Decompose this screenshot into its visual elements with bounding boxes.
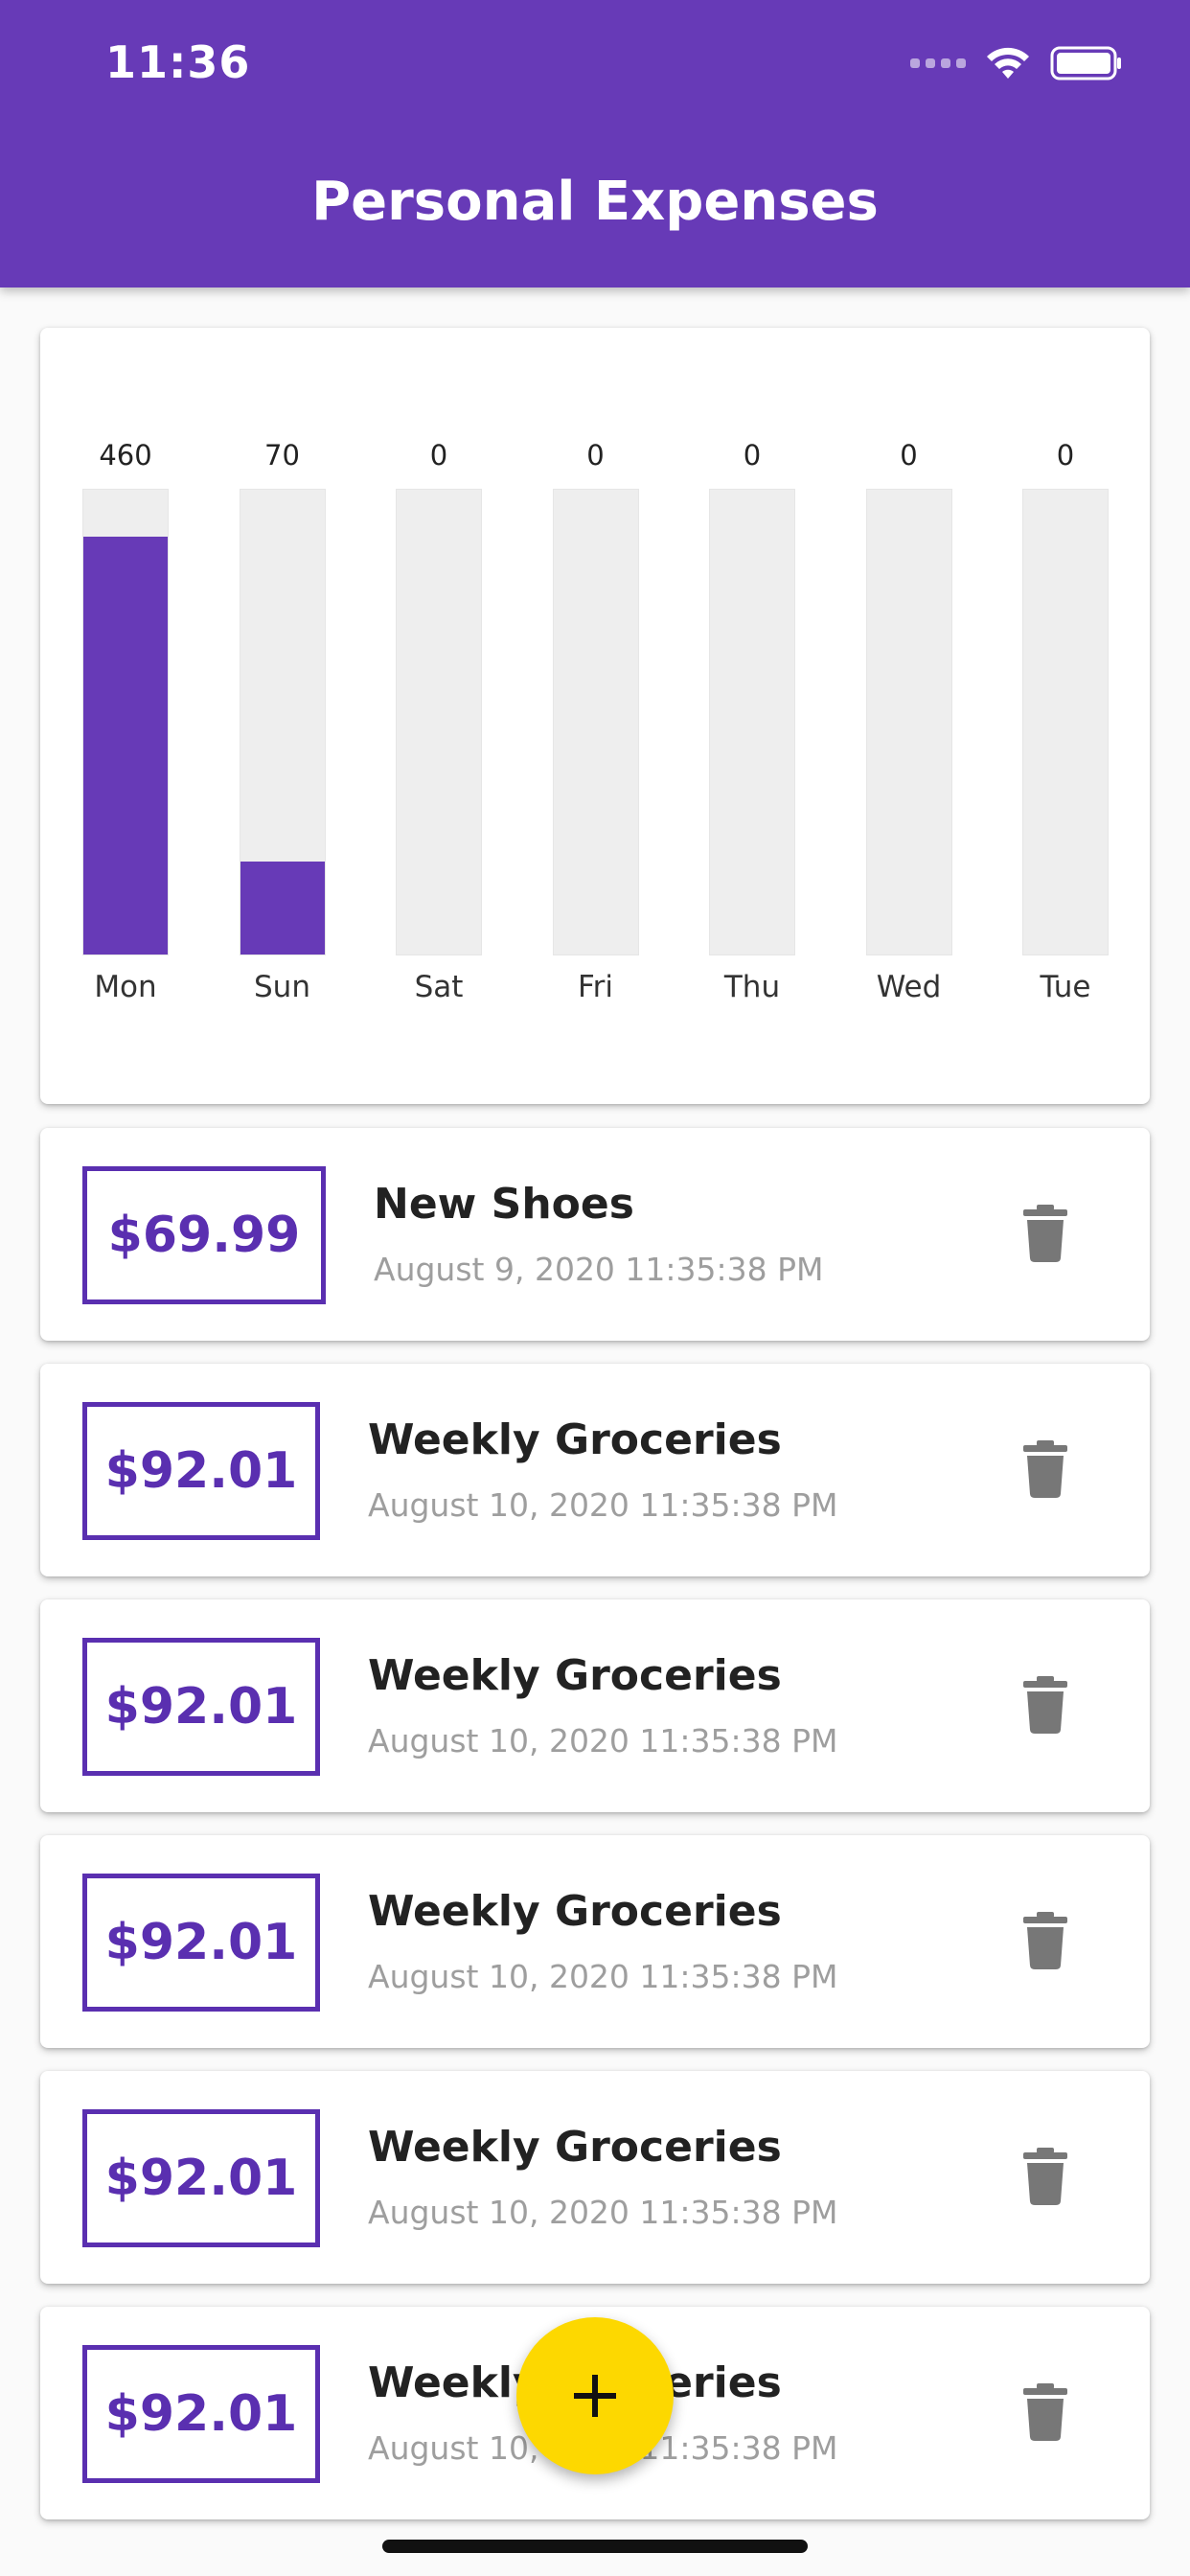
bar-day-label: Tue: [1040, 970, 1091, 1004]
chart-bar-sat: 0 Sat: [396, 328, 482, 1104]
bar-day-label: Sat: [414, 970, 464, 1004]
bar-value-label: 460: [99, 439, 152, 472]
bar-day-label: Wed: [876, 970, 942, 1004]
transaction-date: August 10, 2020 11:35:38 PM: [368, 1958, 838, 1995]
amount-badge: $92.01: [82, 1638, 320, 1776]
trash-icon: [1023, 1205, 1067, 1262]
chart-bar-tue: 0 Tue: [1022, 328, 1109, 1104]
chart-bar-mon: 460 Mon: [82, 328, 169, 1104]
delete-button[interactable]: [1023, 2148, 1067, 2205]
bar-track: [865, 489, 952, 955]
bar-value-label: 0: [743, 439, 762, 472]
bar-track: [1022, 489, 1109, 955]
chart-bar-sun: 70 Sun: [239, 328, 326, 1104]
bar-track: [552, 489, 639, 955]
amount-text: $92.01: [104, 1442, 298, 1500]
amount-text: $92.01: [104, 1678, 298, 1736]
transaction-item[interactable]: $92.01 Weekly Groceries August 10, 2020 11…: [40, 1364, 1150, 1576]
chart-bar-thu: 0 Thu: [709, 328, 795, 1104]
bar-day-label: Sun: [254, 970, 310, 1004]
bar-day-label: Mon: [94, 970, 157, 1004]
amount-badge: $69.99: [82, 1166, 326, 1304]
bar-track: [709, 489, 795, 955]
transaction-date: August 10, 2020 11:35:38 PM: [368, 2194, 838, 2231]
amount-badge: $92.01: [82, 1402, 320, 1540]
delete-button[interactable]: [1023, 1676, 1067, 1734]
signal-icon: [910, 58, 966, 68]
status-icons: [910, 44, 1123, 82]
bar-fill: [240, 862, 325, 954]
amount-text: $69.99: [107, 1207, 301, 1264]
bar-day-label: Thu: [723, 970, 781, 1004]
chart-bar-fri: 0 Fri: [552, 328, 639, 1104]
bar-track: [396, 489, 482, 955]
wifi-icon: [987, 47, 1029, 79]
amount-text: $92.01: [104, 2150, 298, 2207]
trash-icon: [1023, 2383, 1067, 2441]
weekly-chart-card: 460 Mon 70 Sun 0 Sat 0 Fri 0 Thu 0 Wed 0 Tue: [40, 328, 1150, 1104]
trash-icon: [1023, 1440, 1067, 1498]
delete-button[interactable]: [1023, 1440, 1067, 1498]
trash-icon: [1023, 1676, 1067, 1734]
bar-value-label: 0: [586, 439, 605, 472]
delete-button[interactable]: [1023, 1205, 1067, 1262]
transaction-item[interactable]: $69.99 New Shoes August 9, 2020 11:35:38 P…: [40, 1128, 1150, 1341]
battery-icon: [1050, 46, 1121, 80]
transaction-item[interactable]: $92.01 Weekly Groceries August 10, 2020 11…: [40, 1835, 1150, 2048]
amount-text: $92.01: [104, 1914, 298, 1971]
bar-day-label: Fri: [578, 970, 613, 1004]
page-title: Personal Expenses: [311, 171, 879, 233]
amount-text: $92.01: [104, 2385, 298, 2443]
bar-value-label: 0: [900, 439, 918, 472]
amount-badge: $92.01: [82, 2345, 320, 2483]
bar-value-label: 70: [264, 439, 300, 472]
chart-bar-wed: 0 Wed: [865, 328, 952, 1104]
trash-icon: [1023, 1912, 1067, 1969]
transaction-date: August 10, 2020 11:35:38 PM: [368, 1722, 838, 1760]
trash-icon: [1023, 2148, 1067, 2205]
transaction-item[interactable]: $92.01 Weekly Groceries August 10, 2020 11…: [40, 2071, 1150, 2284]
transaction-title: Weekly Groceries: [368, 2123, 782, 2172]
transaction-title: Weekly Groceries: [368, 1415, 782, 1464]
transaction-title: New Shoes: [374, 1180, 634, 1229]
transaction-date: August 10, 2020 11:35:38 PM: [368, 1486, 838, 1524]
delete-button[interactable]: [1023, 1912, 1067, 1969]
bar-fill: [83, 536, 168, 954]
home-indicator: [382, 2540, 808, 2553]
amount-badge: $92.01: [82, 1874, 320, 2012]
transaction-date: August 9, 2020 11:35:38 PM: [374, 1251, 824, 1288]
transaction-title: Weekly Groceries: [368, 1651, 782, 1700]
amount-badge: $92.01: [82, 2109, 320, 2247]
add-transaction-button[interactable]: [516, 2317, 674, 2474]
transaction-item[interactable]: $92.01 Weekly Groceries August 10, 2020 11…: [40, 1599, 1150, 1812]
bar-track: [239, 489, 326, 955]
bar-value-label: 0: [429, 439, 448, 472]
plus-icon: [574, 2375, 616, 2417]
delete-button[interactable]: [1023, 2383, 1067, 2441]
bar-track: [82, 489, 169, 955]
transaction-title: Weekly Groceries: [368, 1887, 782, 1936]
app-bar: 11:36 Personal Expenses: [0, 0, 1190, 288]
status-time: 11:36: [105, 36, 251, 88]
bar-value-label: 0: [1056, 439, 1075, 472]
